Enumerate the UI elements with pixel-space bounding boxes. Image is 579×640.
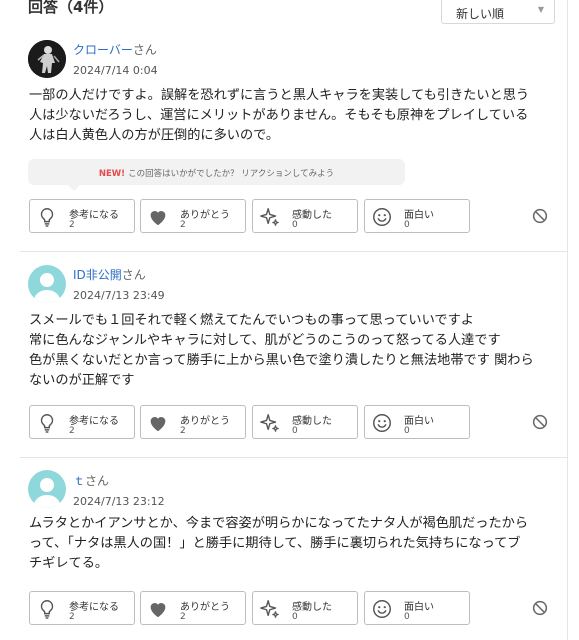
answer-date: 2024/7/14 0:04: [73, 64, 158, 77]
column-border: [567, 0, 568, 640]
answer-line: 人は白人黄色人の方が圧倒的に多いので。: [29, 128, 280, 143]
reaction-moved-button[interactable]: 感動した 0: [252, 591, 358, 625]
lightbulb-icon: [36, 598, 58, 620]
report-ban-icon[interactable]: [531, 599, 549, 617]
answer-line: 色が黒くないだとか言って勝手に上から黒い色で塗り潰したりと無法地帯です 関わら: [29, 353, 534, 368]
lightbulb-icon: [36, 206, 58, 228]
answer-body: ムラタとかイアンサとか、今まで容姿が明らかになってたナタ人が褐色肌だったから っ…: [29, 514, 557, 574]
sparkle-icon: [259, 598, 281, 620]
answer-item: ID非公開さん 2024/7/13 23:49 スメールでも１回それで軽く燃えて…: [0, 252, 567, 456]
reaction-funny-button[interactable]: 面白い 0: [364, 199, 470, 233]
reaction-helpful-button[interactable]: 参考になる 2: [29, 591, 135, 625]
heart-icon: [147, 206, 169, 228]
user-name-link[interactable]: ｔ: [73, 474, 85, 488]
answer-item: クローバーさん 2024/7/14 0:04 一部の人だけですよ。誤解を恐れずに…: [0, 0, 567, 252]
reaction-prompt-text: この回答はいかがでしたか？ リアクションしてみよう: [128, 169, 335, 179]
character-avatar-icon[interactable]: [28, 40, 66, 78]
answer-line: チギレてる。: [29, 556, 109, 571]
smile-icon: [371, 598, 393, 620]
reaction-helpful-button[interactable]: 参考になる 2: [29, 199, 135, 233]
reaction-count: 2: [69, 220, 75, 230]
honorific: さん: [132, 43, 157, 57]
reaction-count: 0: [292, 220, 298, 230]
report-ban-icon[interactable]: [531, 207, 549, 225]
smile-icon: [371, 206, 393, 228]
reaction-label: 面白い: [404, 210, 434, 221]
reaction-label: 参考になる: [69, 602, 119, 613]
reaction-thanks-button[interactable]: ありがとう 2: [140, 591, 246, 625]
reaction-count: 2: [180, 426, 186, 436]
answer-line: 人は少ないだろうし、運営にメリットがありません。そもそも原神をプレイしている: [29, 108, 529, 123]
default-user-icon[interactable]: [28, 470, 66, 508]
answer-item: ｔさん 2024/7/13 23:12 ムラタとかイアンサとか、今まで容姿が明ら…: [0, 458, 567, 640]
sparkle-icon: [259, 206, 281, 228]
reaction-label: 感動した: [292, 416, 332, 427]
honorific: さん: [121, 268, 146, 282]
reaction-label: 感動した: [292, 210, 332, 221]
answer-line: スメールでも１回それで軽く燃えてたんでいつもの事って思っていいですよ: [29, 313, 474, 328]
user-line: クローバーさん: [73, 41, 157, 58]
reaction-count: 0: [292, 612, 298, 622]
answer-line: ないのが正解です: [29, 373, 135, 388]
reaction-label: ありがとう: [180, 416, 230, 427]
sparkle-icon: [259, 412, 281, 434]
reaction-count: 0: [292, 426, 298, 436]
reaction-label: 面白い: [404, 416, 434, 427]
reaction-moved-button[interactable]: 感動した 0: [252, 405, 358, 439]
honorific: さん: [85, 474, 110, 488]
reaction-label: 面白い: [404, 602, 434, 613]
reaction-count: 0: [404, 612, 410, 622]
reaction-count: 2: [180, 612, 186, 622]
lightbulb-icon: [36, 412, 58, 434]
reaction-label: 参考になる: [69, 416, 119, 427]
default-user-icon[interactable]: [28, 265, 66, 303]
answer-line: って、「ナタは黒人の国！」と勝手に期待して、勝手に裏切られた気持ちになってブ: [29, 536, 521, 551]
reaction-count: 0: [404, 426, 410, 436]
smile-icon: [371, 412, 393, 434]
answer-date: 2024/7/13 23:12: [73, 495, 165, 508]
reaction-count: 0: [404, 220, 410, 230]
reaction-thanks-button[interactable]: ありがとう 2: [140, 405, 246, 439]
heart-icon: [147, 412, 169, 434]
report-ban-icon[interactable]: [531, 413, 549, 431]
new-badge: NEW!: [98, 169, 126, 179]
answer-line: 常に色んなジャンルやキャラに対して、肌がどうのこうのって怒ってる人達です: [29, 333, 501, 348]
user-name-link[interactable]: ID非公開: [73, 268, 122, 282]
reaction-funny-button[interactable]: 面白い 0: [364, 405, 470, 439]
reaction-label: 参考になる: [69, 210, 119, 221]
reaction-count: 2: [69, 612, 75, 622]
answer-line: ムラタとかイアンサとか、今まで容姿が明らかになってたナタ人が褐色肌だったから: [29, 516, 529, 531]
user-line: ｔさん: [73, 472, 109, 489]
answer-line: 一部の人だけですよ。誤解を恐れずに言うと黒人キャラを実装しても引きたいと思う: [29, 88, 530, 103]
reaction-moved-button[interactable]: 感動した 0: [252, 199, 358, 233]
reaction-helpful-button[interactable]: 参考になる 2: [29, 405, 135, 439]
answer-body: スメールでも１回それで軽く燃えてたんでいつもの事って思っていいですよ 常に色んな…: [29, 311, 557, 391]
answer-body: 一部の人だけですよ。誤解を恐れずに言うと黒人キャラを実装しても引きたいと思う 人…: [29, 86, 557, 146]
reaction-prompt: NEW! この回答はいかがでしたか？ リアクションしてみよう: [28, 159, 405, 191]
heart-icon: [147, 598, 169, 620]
user-line: ID非公開さん: [73, 266, 146, 283]
user-name-link[interactable]: クローバー: [73, 43, 133, 57]
reaction-funny-button[interactable]: 面白い 0: [364, 591, 470, 625]
reaction-count: 2: [69, 426, 75, 436]
reaction-label: ありがとう: [180, 602, 230, 613]
reaction-label: ありがとう: [180, 210, 230, 221]
answer-date: 2024/7/13 23:49: [73, 289, 165, 302]
reaction-thanks-button[interactable]: ありがとう 2: [140, 199, 246, 233]
reaction-count: 2: [180, 220, 186, 230]
reaction-label: 感動した: [292, 602, 332, 613]
